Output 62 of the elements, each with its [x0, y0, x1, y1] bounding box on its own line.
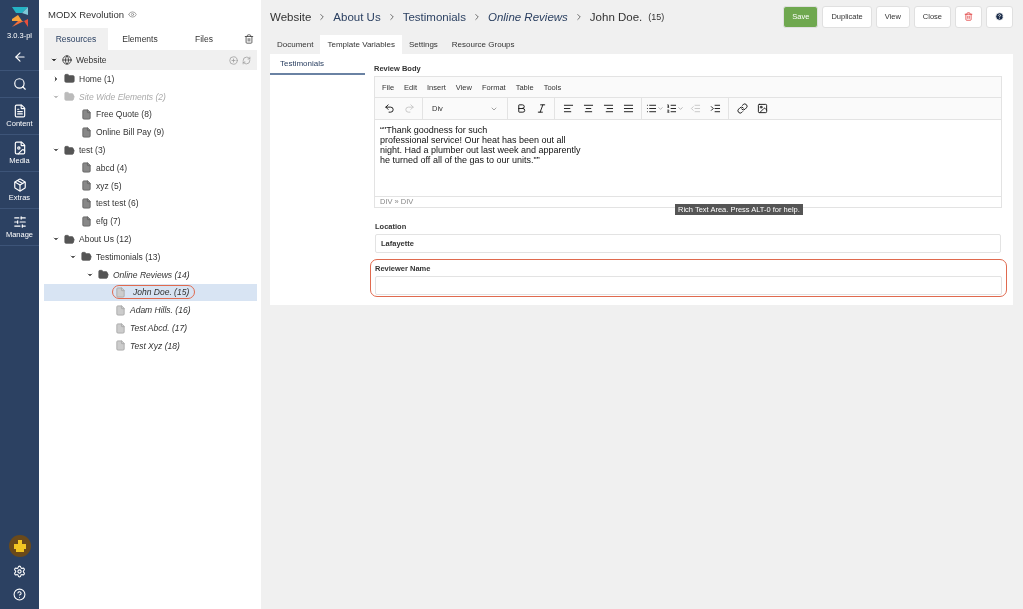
- tree-label: Adam Hills. (16): [130, 305, 191, 316]
- panel-title: MODX Revolution: [48, 8, 125, 20]
- tree-label: About Us (12): [79, 234, 132, 245]
- tree-label: Site Wide Elements (2): [79, 91, 166, 102]
- document-icon: [12, 104, 27, 118]
- tree-item[interactable]: abcd (4): [44, 159, 257, 177]
- tree-item[interactable]: test test (6): [44, 194, 257, 213]
- globe-icon: [62, 55, 72, 65]
- tree-label: Online Bill Pay (9): [96, 127, 165, 138]
- bullet-list-icon: [646, 103, 657, 114]
- tab[interactable]: Template Variables: [320, 35, 402, 54]
- help-button[interactable]: [986, 5, 1013, 28]
- tree-item[interactable]: John Doe. (15): [44, 283, 257, 302]
- tree-label: xyz (5): [96, 180, 122, 191]
- tree-item[interactable]: xyz (5): [44, 176, 257, 195]
- text-field[interactable]: [375, 276, 1002, 295]
- search-icon: [12, 77, 27, 91]
- tree-label: Website: [76, 55, 107, 65]
- tree-label: Test Xyz (18): [130, 340, 180, 351]
- editor-text: “"Thank goodness for such professional service! Our heat has been out all night. Had a plumber out last week and apparently he turned off all of the gas to our units."”: [379, 124, 582, 167]
- tree-item[interactable]: Online Reviews (14): [44, 265, 257, 284]
- caret-icon: [657, 105, 664, 112]
- tree-label: abcd (4): [96, 162, 128, 173]
- tree-item[interactable]: efg (7): [44, 212, 257, 231]
- tree-label: Testimonials (13): [96, 251, 161, 262]
- tree-label: test test (6): [96, 198, 139, 209]
- breadcrumb-link[interactable]: About Us: [333, 10, 381, 23]
- tree-item[interactable]: Testimonials (13): [44, 247, 257, 266]
- tree-item[interactable]: Home (1): [44, 70, 257, 88]
- tree-label: Home (1): [79, 73, 115, 84]
- trash-icon[interactable]: [244, 34, 254, 44]
- tree-label: efg (7): [96, 216, 121, 227]
- tab[interactable]: Document: [270, 35, 321, 54]
- tab[interactable]: Testimonials: [270, 54, 365, 75]
- tree-item[interactable]: test (3): [44, 141, 257, 159]
- tree-item[interactable]: About Us (12): [44, 230, 257, 248]
- page-title: John Doe.: [589, 10, 643, 23]
- help-icon: [995, 12, 1004, 21]
- sliders-icon: [12, 215, 27, 229]
- tree-label: Test Abcd. (17): [130, 323, 187, 334]
- tree-item[interactable]: Adam Hills. (16): [44, 301, 257, 320]
- tree-item[interactable]: Test Xyz (18): [44, 336, 257, 355]
- tab[interactable]: Settings: [401, 35, 445, 54]
- breadcrumb-link[interactable]: Online Reviews: [487, 10, 568, 23]
- trash-icon: [964, 12, 973, 21]
- help-icon[interactable]: [13, 588, 26, 601]
- settings-icon[interactable]: [13, 565, 26, 578]
- image-file-icon: [12, 141, 27, 155]
- resource-id: (15): [648, 11, 665, 22]
- tree-item[interactable]: Test Abcd. (17): [44, 319, 257, 337]
- back-icon: [12, 50, 27, 64]
- tree-label: Online Reviews (14): [113, 269, 190, 280]
- tree-label: test (3): [79, 145, 106, 156]
- breadcrumb-link[interactable]: Testimonials: [402, 10, 466, 23]
- numbered-list-icon: [666, 103, 677, 114]
- tab[interactable]: Resource Groups: [444, 35, 522, 54]
- box-icon: [12, 178, 27, 192]
- caret-icon: [677, 105, 684, 112]
- tree-label: Free Quote (8): [96, 109, 152, 120]
- user-avatar[interactable]: [8, 535, 31, 557]
- breadcrumb-link[interactable]: Website: [270, 10, 312, 23]
- tree-tab[interactable]: Resources: [44, 28, 108, 50]
